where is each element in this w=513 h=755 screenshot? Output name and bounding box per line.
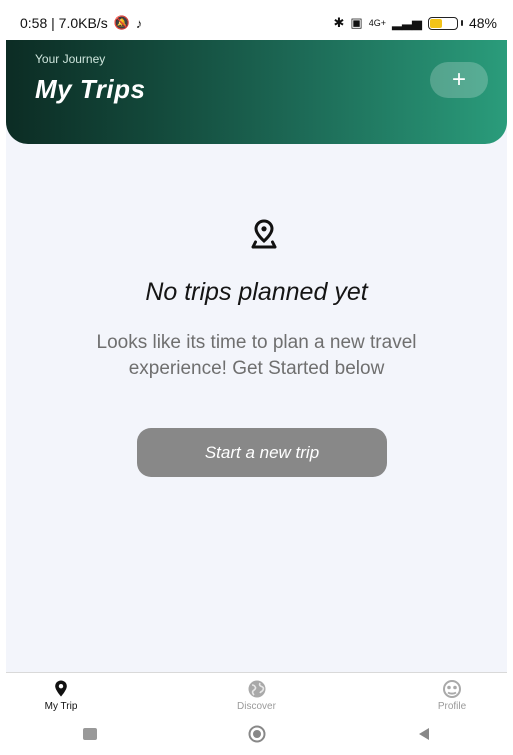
recent-apps-button[interactable] [80,724,100,744]
home-button[interactable] [247,724,267,744]
nav-label: My Trip [44,701,78,712]
location-pin-icon [55,680,67,697]
nav-item-my-trip[interactable]: My Trip [6,673,116,720]
header-subtitle: Your Journey [35,52,106,66]
tiktok-icon: ♪ [135,15,143,31]
status-bar: 0:58 | 7.0KB/s 🔕 ♪ ✱ ▣ 4G+ ▂▃▅ 48% [6,6,507,40]
add-trip-button[interactable]: + [430,62,488,98]
start-new-trip-button[interactable]: Start a new trip [137,428,387,477]
header-banner: Your Journey My Trips + [6,40,507,144]
nav-label: Profile [437,701,467,712]
square-icon [82,728,97,740]
profile-icon [443,680,461,698]
nav-item-profile[interactable]: Profile [397,673,507,720]
location-pin-icon [251,219,277,249]
battery-fill [429,18,442,28]
signal-icon: ▂▃▅ [391,15,422,30]
status-right: ✱ ▣ 4G+ ▂▃▅ 48% [334,15,498,31]
page-title: My Trips [35,74,146,104]
system-navigation-bar [6,719,507,749]
back-button[interactable] [414,724,434,744]
circle-icon [248,725,265,743]
empty-state-description: Looks like its time to plan a new travel… [96,332,417,379]
status-left: 0:58 | 7.0KB/s 🔕 ♪ [20,15,142,31]
battery-percent: 48% [468,15,497,31]
bluetooth-icon: ✱ [333,15,345,30]
status-time-speed: 0:58 | 7.0KB/s [20,15,108,31]
bottom-navigation: My Trip Discover Profile [6,672,507,720]
globe-icon [248,680,265,698]
mute-icon: 🔕 [113,15,130,30]
nav-label: Discover [237,701,276,712]
empty-state-title: No trips planned yet [145,278,368,306]
volte-icon: ▣ [350,15,363,30]
network-label: 4G+ [368,18,386,28]
battery-icon [427,16,463,30]
back-triangle-icon [418,728,429,740]
nav-item-discover[interactable]: Discover [202,673,312,720]
app-screen: 0:58 | 7.0KB/s 🔕 ♪ ✱ ▣ 4G+ ▂▃▅ 48% Your … [6,6,507,749]
